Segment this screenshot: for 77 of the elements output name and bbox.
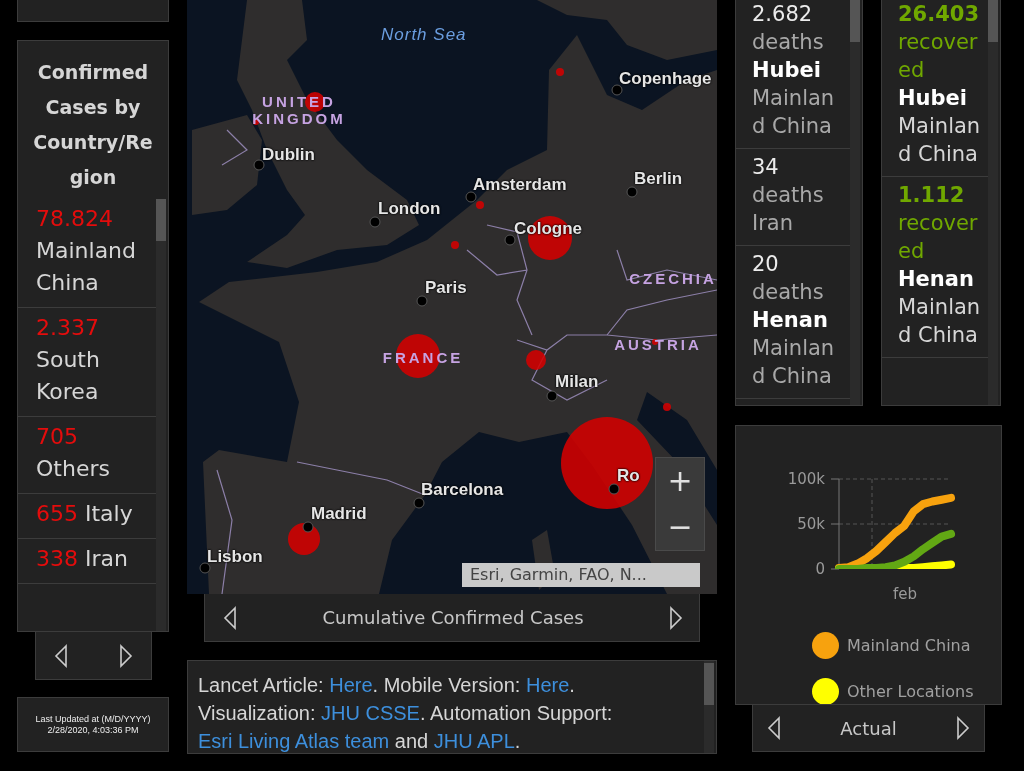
scrollbar[interactable] (704, 661, 714, 753)
city-label: Berlin (634, 170, 683, 189)
count-label: recovered (898, 211, 978, 263)
credits-link[interactable]: Here (525, 674, 570, 696)
pager-title: Actual (840, 716, 897, 741)
left-triangle-icon (767, 716, 781, 740)
case-count: 2.337 (36, 315, 99, 340)
right-triangle-icon (119, 643, 133, 668)
country-name: Iran (85, 546, 128, 571)
province-name: Henan (752, 308, 828, 332)
credits-link[interactable]: Esri Living Atlas team (198, 730, 390, 752)
count-label: recovered (898, 30, 978, 82)
country-label: CZECHIA (628, 271, 717, 288)
country-label: AUSTRIA (613, 337, 703, 354)
next-button[interactable] (956, 716, 970, 740)
axis-label: 0 (815, 560, 825, 578)
city-label: Dublin (262, 146, 315, 165)
next-button[interactable] (669, 605, 683, 630)
country-name: Others (36, 456, 110, 481)
count-value: 1.112 (898, 183, 965, 207)
count-value: 2.682 (752, 2, 813, 26)
pager-title: Cumulative Confirmed Cases (322, 606, 584, 630)
country-name: Iran (752, 211, 793, 235)
count-value: 26.403 (898, 2, 980, 26)
left-triangle-icon (54, 643, 68, 668)
legend-label: Mainland China (847, 634, 971, 657)
credits-link[interactable]: Here (329, 674, 373, 696)
country-name: Mainland China (752, 86, 835, 138)
last-updated-text: Last Updated at (M/D/YYYY) (35, 713, 151, 725)
scrollbar[interactable] (850, 0, 860, 405)
province-name: Hubei (752, 58, 821, 82)
count-value: 34 (752, 155, 779, 179)
previous-button[interactable] (223, 605, 237, 630)
country-name: Mainland China (898, 114, 981, 166)
right-triangle-icon (956, 716, 970, 740)
city-label: Paris (425, 279, 467, 298)
right-triangle-icon (669, 605, 683, 630)
last-updated-text: 2/28/2020, 4:03:36 PM (47, 724, 139, 736)
credits-text: Lancet Article: Here. Mobile Version: Here. Visualization: JHU CSSE. Automation Support: Esri Living Atlas team and JHU APL. (197, 673, 614, 753)
axis-title: feb (893, 585, 917, 603)
city-label: Lisbon (207, 548, 263, 567)
country-name: Mainland China (898, 295, 981, 347)
city-label: London (378, 200, 441, 219)
count-label: deaths (752, 30, 824, 54)
legend-label: Other Locations (847, 680, 974, 703)
country-name: Mainland China (36, 238, 137, 295)
country-name: South Korea (36, 347, 100, 404)
credits-link[interactable]: JHU APL (433, 730, 515, 752)
case-count: 655 (36, 501, 78, 526)
previous-button[interactable] (54, 643, 68, 668)
country-name: Mainland China (752, 336, 835, 388)
city-label: Barcelona (421, 481, 504, 500)
axis-label: 50k (797, 515, 825, 533)
left-triangle-icon (223, 605, 237, 630)
country-name: Italy (85, 501, 133, 526)
scrollbar[interactable] (988, 0, 998, 405)
map-attribution: Esri, Garmin, FAO, N... (462, 563, 700, 587)
scrollbar[interactable] (156, 199, 166, 631)
count-label: deaths (752, 183, 824, 207)
city-label: Madrid (311, 505, 367, 524)
sea-label: North Sea (381, 26, 467, 45)
city-label: Ro (617, 467, 640, 486)
count-value: 20 (752, 252, 779, 276)
province-name: Hubei (898, 86, 967, 110)
count-label: deaths (752, 280, 824, 304)
city-label: Amsterdam (473, 176, 567, 195)
city-label: Copenhage (619, 70, 712, 89)
panel-title: Confirmed Cases by Country/Region (32, 60, 154, 190)
case-count: 705 (36, 424, 78, 449)
province-name: Henan (898, 267, 974, 291)
city-label: Milan (555, 373, 599, 392)
case-count: 78.824 (36, 206, 113, 231)
next-button[interactable] (119, 643, 133, 668)
previous-button[interactable] (767, 716, 781, 740)
credits-link[interactable]: JHU CSSE (321, 702, 420, 724)
axis-label: 100k (787, 470, 825, 488)
case-count: 338 (36, 546, 78, 571)
